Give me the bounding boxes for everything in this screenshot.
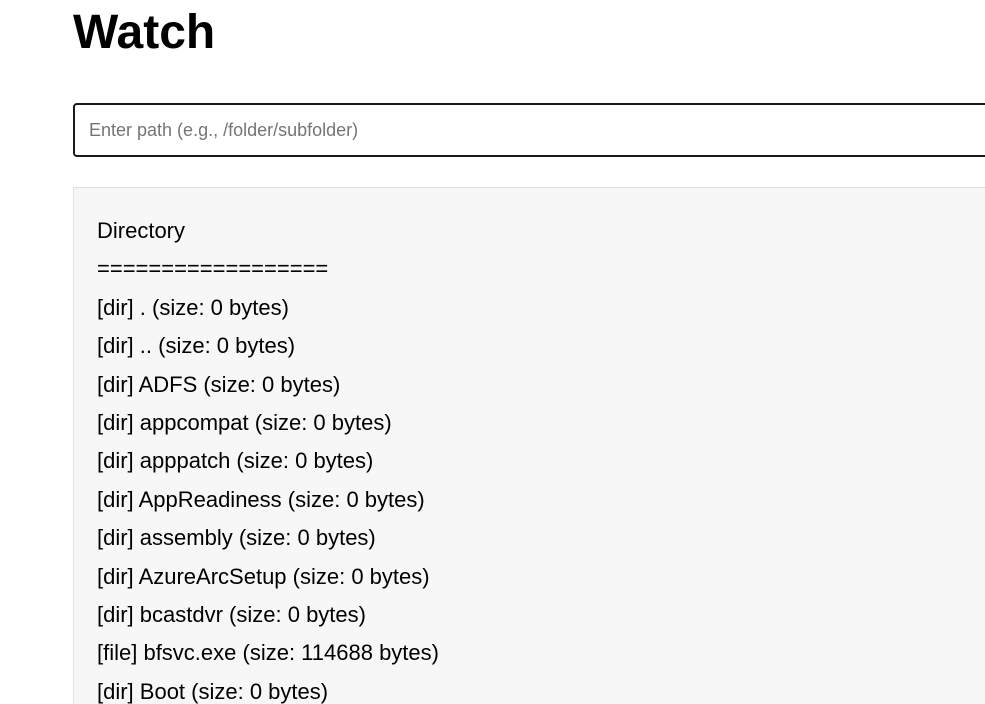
page-title: Watch bbox=[73, 6, 216, 59]
listing-entry: [dir] appcompat (size: 0 bytes) bbox=[97, 409, 392, 435]
listing-entry: [dir] apppatch (size: 0 bytes) bbox=[97, 448, 374, 474]
listing-separator: ================== bbox=[97, 256, 329, 282]
path-input[interactable] bbox=[73, 103, 985, 157]
listing-entry: [dir] . (size: 0 bytes) bbox=[97, 294, 289, 320]
listing-entry: [dir] AzureArcSetup (size: 0 bytes) bbox=[97, 563, 430, 589]
listing-entry: [dir] ADFS (size: 0 bytes) bbox=[97, 371, 341, 397]
watch-page: Watch Directory ================== [dir]… bbox=[0, 0, 985, 704]
listing-entry: [dir] bcastdvr (size: 0 bytes) bbox=[97, 601, 366, 627]
directory-listing[interactable]: Directory ================== [dir] . (si… bbox=[73, 187, 985, 704]
listing-entry: [dir] .. (size: 0 bytes) bbox=[97, 333, 296, 359]
listing-heading: Directory bbox=[97, 218, 186, 243]
listing-entry: [dir] Boot (size: 0 bytes) bbox=[97, 678, 329, 704]
listing-entry: [file] bfsvc.exe (size: 114688 bytes) bbox=[97, 640, 439, 666]
listing-entry: [dir] AppReadiness (size: 0 bytes) bbox=[97, 486, 425, 512]
listing-entry: [dir] assembly (size: 0 bytes) bbox=[97, 525, 376, 551]
